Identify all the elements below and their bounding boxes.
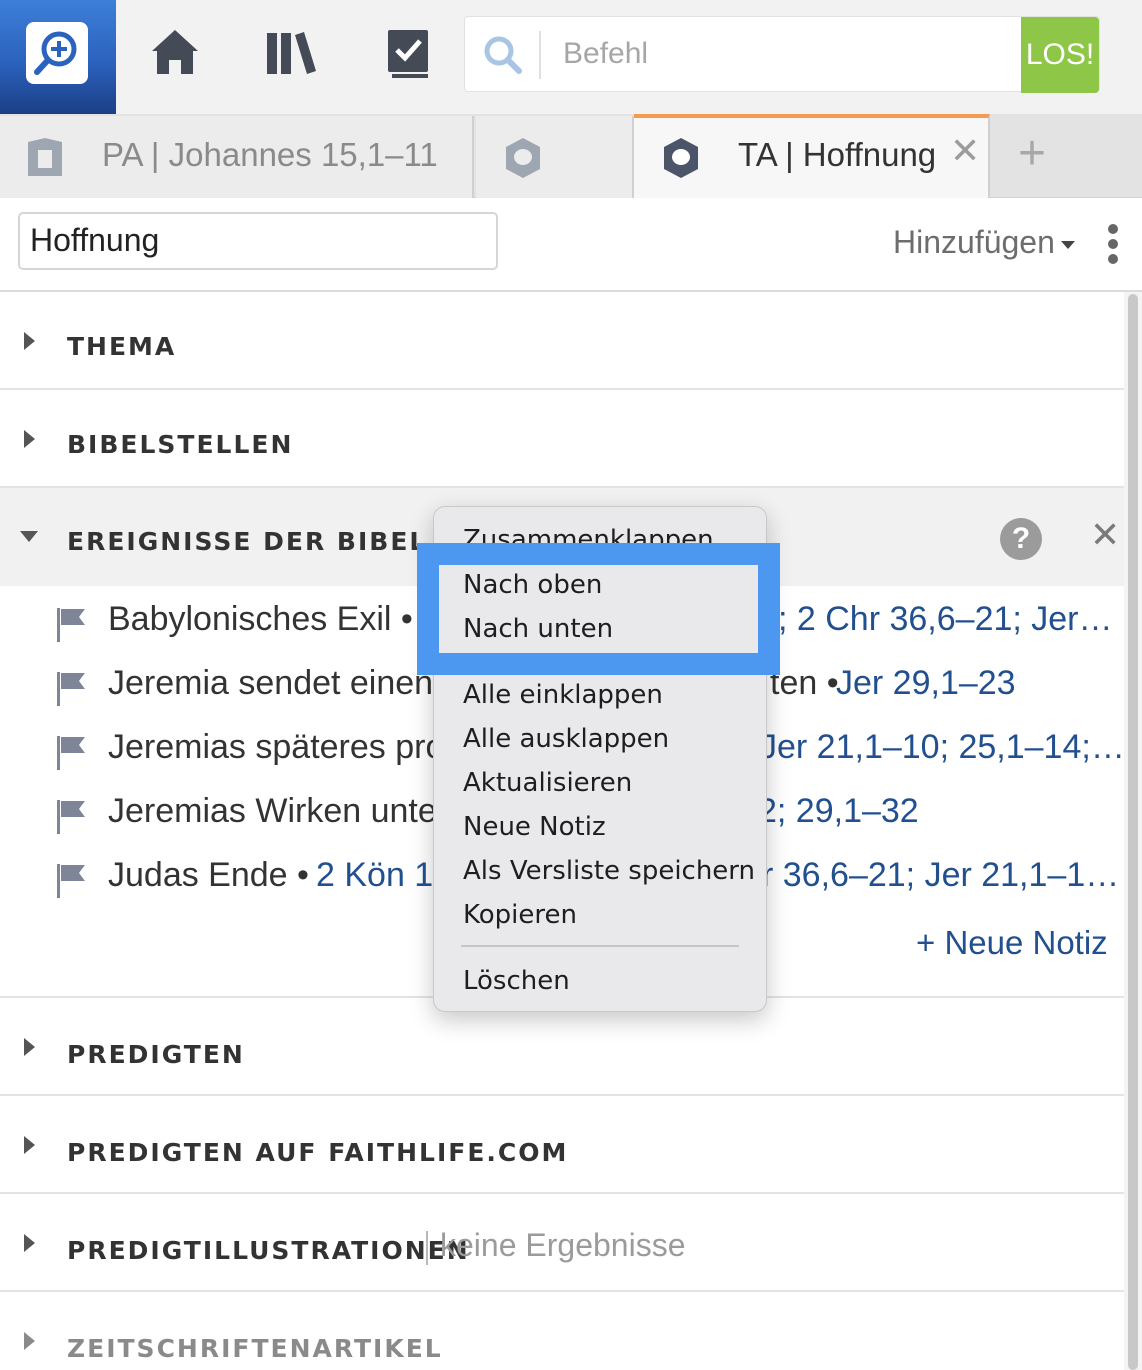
expand-triangle-icon[interactable] bbox=[24, 1038, 35, 1056]
menu-item-aktualisieren[interactable]: Aktualisieren bbox=[463, 768, 632, 798]
section-bibelstellen[interactable]: BIBELSTELLEN bbox=[0, 390, 1124, 488]
expand-triangle-icon[interactable] bbox=[24, 1332, 35, 1350]
event-references[interactable]: Jer 29,1–23 bbox=[836, 664, 1016, 703]
section-predigten-faithlife[interactable]: PREDIGTEN AUF FAITHLIFE.COM bbox=[0, 1096, 1124, 1194]
library-icon[interactable] bbox=[264, 26, 318, 80]
menu-separator bbox=[461, 945, 739, 947]
section-title: ZEITSCHRIFTENARTIKEL bbox=[67, 1334, 443, 1363]
event-title-tail: ten • bbox=[770, 664, 839, 702]
expand-triangle-icon[interactable] bbox=[24, 332, 35, 350]
help-icon[interactable]: ? bbox=[1000, 518, 1042, 560]
new-note-link[interactable]: + Neue Notiz bbox=[916, 924, 1108, 962]
section-title: BIBELSTELLEN bbox=[67, 430, 294, 459]
section-title: PREDIGTILLUSTRATIONEN bbox=[67, 1236, 470, 1265]
menu-item-loeschen[interactable]: Löschen bbox=[463, 966, 570, 996]
event-references[interactable]: Jer 21,1–10; 25,1–14;… bbox=[760, 728, 1124, 767]
add-dropdown[interactable]: Hinzufügen bbox=[893, 224, 1075, 261]
scrollbar[interactable] bbox=[1124, 292, 1142, 1370]
home-icon[interactable] bbox=[148, 26, 202, 80]
event-title: Jeremias späteres pro bbox=[108, 728, 445, 766]
section-predigten[interactable]: PREDIGTEN bbox=[0, 998, 1124, 1096]
chevron-down-icon bbox=[1060, 240, 1075, 249]
menu-item-alle-ausklappen[interactable]: Alle ausklappen bbox=[463, 724, 669, 754]
command-input[interactable]: Befehl bbox=[563, 37, 648, 71]
search-separator bbox=[539, 31, 541, 79]
tab-passage-guide[interactable]: PA | Johannes 15,1–11 bbox=[0, 116, 474, 198]
flag-icon bbox=[57, 608, 85, 642]
section-thema[interactable]: THEMA bbox=[0, 292, 1124, 390]
flag-icon bbox=[57, 800, 85, 834]
event-title: Judas Ende • bbox=[108, 856, 309, 894]
collapse-triangle-icon[interactable] bbox=[20, 531, 38, 542]
tab-close-icon[interactable]: ✕ bbox=[950, 130, 980, 172]
event-references[interactable]: 2 Kön 1, bbox=[316, 856, 443, 895]
go-button[interactable]: LOS! bbox=[1021, 17, 1099, 93]
tab-bar: PA | Johannes 15,1–11 TA | Hoffnung ✕ + bbox=[0, 114, 1142, 198]
no-results-label: keine Ergebnisse bbox=[426, 1227, 685, 1265]
menu-item-kopieren[interactable]: Kopieren bbox=[463, 900, 577, 930]
section-zeitschriften[interactable]: ZEITSCHRIFTENARTIKEL bbox=[0, 1292, 1124, 1370]
section-predigtillustrationen[interactable]: PREDIGTILLUSTRATIONEN keine Ergebnisse bbox=[0, 1194, 1124, 1292]
menu-item-als-versliste-speichern[interactable]: Als Versliste speichern bbox=[463, 856, 755, 886]
scrollbar-thumb[interactable] bbox=[1128, 294, 1138, 1370]
event-title: Babylonisches Exil • bbox=[108, 600, 413, 638]
add-dropdown-label: Hinzufügen bbox=[893, 224, 1055, 260]
event-title: Jeremia sendet einen bbox=[108, 664, 434, 702]
tasks-icon[interactable] bbox=[382, 26, 436, 80]
guide-header: Hoffnung Hinzufügen bbox=[0, 198, 1142, 292]
tab-label: PA | Johannes 15,1–11 bbox=[102, 136, 438, 173]
top-toolbar: Befehl LOS! bbox=[0, 0, 1142, 114]
expand-triangle-icon[interactable] bbox=[24, 1234, 35, 1252]
flag-icon bbox=[57, 864, 85, 898]
topic-guide-icon bbox=[664, 138, 698, 178]
section-title: PREDIGTEN bbox=[67, 1040, 245, 1069]
event-references[interactable]: ; 2 Chr 36,6–21; Jer… bbox=[778, 600, 1113, 639]
event-references[interactable]: 2; 29,1–32 bbox=[758, 792, 919, 831]
app-logo-icon bbox=[26, 22, 88, 84]
topic-input[interactable]: Hoffnung bbox=[18, 212, 498, 270]
close-section-icon[interactable]: ✕ bbox=[1090, 514, 1120, 556]
expand-triangle-icon[interactable] bbox=[24, 1136, 35, 1154]
highlight-box bbox=[417, 543, 780, 675]
expand-triangle-icon[interactable] bbox=[24, 430, 35, 448]
menu-item-alle-einklappen[interactable]: Alle einklappen bbox=[463, 680, 663, 710]
tab-untitled[interactable] bbox=[476, 116, 634, 198]
passage-guide-icon bbox=[28, 138, 62, 176]
section-title: EREIGNISSE DER BIBEL bbox=[67, 527, 428, 556]
flag-icon bbox=[57, 672, 85, 706]
tab-topic-hoffnung[interactable]: TA | Hoffnung bbox=[634, 114, 990, 198]
more-options-icon[interactable] bbox=[1106, 224, 1120, 264]
search-icon bbox=[484, 36, 522, 74]
event-title: Jeremias Wirken unte bbox=[108, 792, 437, 830]
command-box[interactable]: Befehl LOS! bbox=[464, 16, 1100, 93]
flag-icon bbox=[57, 736, 85, 770]
menu-item-neue-notiz[interactable]: Neue Notiz bbox=[463, 812, 606, 842]
topic-guide-icon bbox=[506, 138, 540, 178]
add-tab-button[interactable]: + bbox=[1018, 126, 1046, 181]
tab-label: TA | Hoffnung bbox=[738, 136, 937, 173]
section-title: THEMA bbox=[67, 332, 177, 361]
app-logo[interactable] bbox=[0, 0, 116, 114]
section-title: PREDIGTEN AUF FAITHLIFE.COM bbox=[67, 1138, 569, 1167]
event-references[interactable]: r 36,6–21; Jer 21,1–1… bbox=[762, 856, 1119, 895]
